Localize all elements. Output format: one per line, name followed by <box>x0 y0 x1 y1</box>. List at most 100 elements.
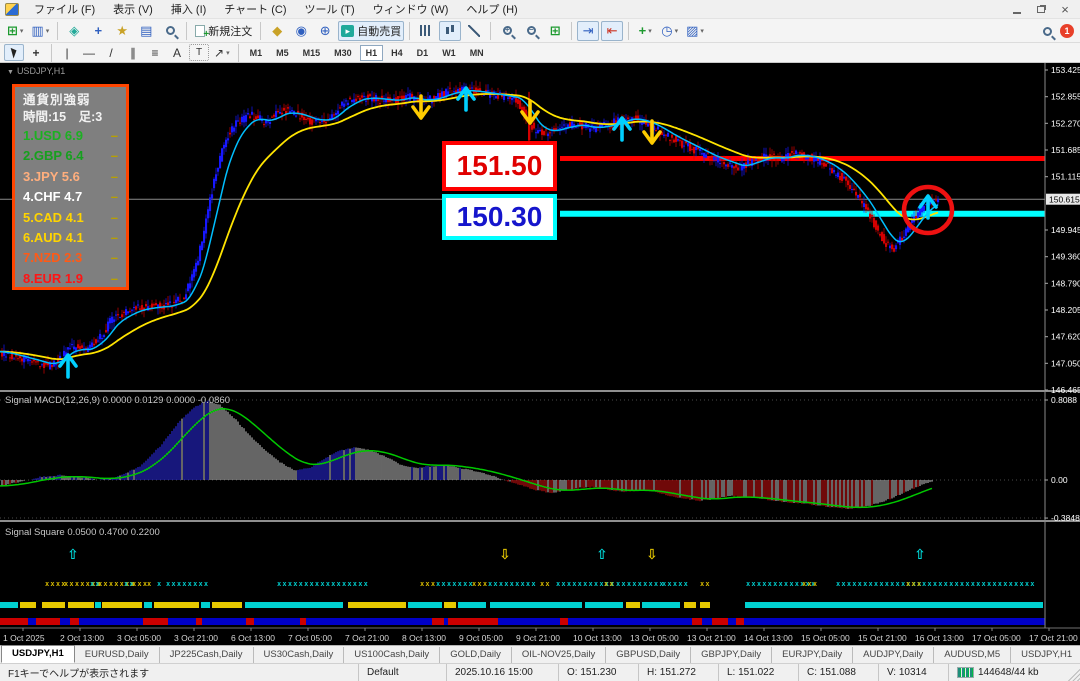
news-button[interactable]: ⊕ <box>314 21 336 41</box>
chart-area: ⇧ ⇩ ⇧ ⇩ ⇧ xxxx xxxxxxx xx xxxxxxx xx xxx x x xxxxxxxx… <box>0 63 1080 645</box>
cursor-tool[interactable] <box>4 44 24 61</box>
chart-shift-button[interactable]: ⇤ <box>601 20 624 41</box>
svg-text:xxxxxxxx: xxxxxxxx <box>166 580 209 588</box>
new-chart-button[interactable]: ⊞ ▾ <box>4 21 26 41</box>
indicators-button[interactable]: + ▾ <box>634 21 656 41</box>
bar-chart-mode-button[interactable] <box>415 21 437 41</box>
timeframe-d1[interactable]: D1 <box>411 45 435 61</box>
svg-text:148.205: 148.205 <box>1051 305 1080 315</box>
strength-row-1: 2.GBP 6.4– <box>23 146 120 166</box>
timeframe-h4[interactable]: H4 <box>385 45 409 61</box>
clear-button[interactable]: ◆ <box>266 21 288 41</box>
notification-badge[interactable]: 1 <box>1060 24 1074 38</box>
svg-text:150.615: 150.615 <box>1049 195 1080 205</box>
svg-text:⇩: ⇩ <box>646 547 658 563</box>
strength-subtitle: 時間:15 足:3 <box>23 110 103 124</box>
menu-item-0[interactable]: ファイル (F) <box>25 3 104 17</box>
svg-text:xxxxxxx: xxxxxxx <box>436 580 474 588</box>
terminal-button[interactable]: ▤ <box>135 21 157 41</box>
experts-button[interactable]: ◉ <box>290 21 312 41</box>
strength-row-4: 5.CAD 4.1– <box>23 208 120 228</box>
chart-tab-9[interactable]: EURJPY,Daily <box>772 647 854 663</box>
svg-text:151.685: 151.685 <box>1051 145 1080 155</box>
chart-tabs-bar: USDJPY,H1 EURUSD,Daily JP225Cash,Daily US30… <box>0 645 1080 663</box>
chart-tab-3[interactable]: US30Cash,Daily <box>254 647 345 663</box>
auto-trading-button[interactable]: ▸ 自動売買 <box>338 20 405 41</box>
horizontal-line-tool[interactable]: — <box>79 44 99 61</box>
vertical-line-tool[interactable]: | <box>57 44 77 61</box>
zoom-out-button[interactable]: − <box>520 21 542 41</box>
fibonacci-tool[interactable]: ≡ <box>145 44 165 61</box>
data-window-button[interactable]: + <box>87 21 109 41</box>
svg-text:xxxxx: xxxxx <box>662 580 689 588</box>
market-watch-button[interactable]: ◈ <box>63 21 85 41</box>
menu-item-3[interactable]: チャート (C) <box>215 3 295 17</box>
chart-tab-6[interactable]: OIL-NOV25,Daily <box>512 647 607 663</box>
chart-tab-4[interactable]: US100Cash,Daily <box>344 647 441 663</box>
chart-symbol-label[interactable]: ▼ USDJPY,H1 <box>7 66 65 76</box>
chart-tab-5[interactable]: GOLD,Daily <box>440 647 512 663</box>
support-price-label[interactable]: 150.30 <box>442 194 557 240</box>
profiles-button[interactable]: ▥ ▾ <box>28 21 52 41</box>
chart-tab-7[interactable]: GBPUSD,Daily <box>606 647 692 663</box>
svg-text:⇩: ⇩ <box>499 547 511 563</box>
timeframe-m1[interactable]: M1 <box>244 45 269 61</box>
search-icon[interactable] <box>1043 26 1052 36</box>
menu-item-6[interactable]: ヘルプ (H) <box>457 3 526 17</box>
svg-text:-0.3848: -0.3848 <box>1051 513 1080 523</box>
timeframe-m30[interactable]: M30 <box>328 45 358 61</box>
svg-text:xxx: xxx <box>906 580 922 588</box>
svg-text:14 Oct 13:00: 14 Oct 13:00 <box>744 633 793 643</box>
timeframe-h1[interactable]: H1 <box>359 44 384 61</box>
periods-button[interactable]: ◷ ▾ <box>658 21 681 41</box>
chart-tab-1[interactable]: EURUSD,Daily <box>75 647 160 663</box>
menu-item-5[interactable]: ウィンドウ (W) <box>364 3 458 17</box>
candlestick-mode-button[interactable] <box>439 20 462 41</box>
collapse-triangle-icon[interactable]: ▼ <box>7 69 14 76</box>
timeframe-mn[interactable]: MN <box>464 45 490 61</box>
auto-scroll-button[interactable]: ⇥ <box>577 20 600 41</box>
chart-tab-11[interactable]: AUDUSD,M5 <box>934 647 1012 663</box>
timeframe-w1[interactable]: W1 <box>436 45 462 61</box>
strategy-tester-button[interactable] <box>159 21 181 41</box>
timeframe-m5[interactable]: M5 <box>270 45 295 61</box>
menu-item-2[interactable]: 挿入 (I) <box>162 3 215 17</box>
svg-text:17 Oct 05:00: 17 Oct 05:00 <box>972 633 1021 643</box>
chart-tab-8[interactable]: GBPJPY,Daily <box>691 647 773 663</box>
new-order-button[interactable]: 新規注文 <box>192 21 255 41</box>
chart-tab-0[interactable]: USDJPY,H1 <box>1 645 75 663</box>
standard-toolbar: ⊞▾ ▥▾ ◈ + ★ ▤ 新規注文 ◆ ◉ ⊕ ▸自動売買 + − ⊞ ⇥ ⇤… <box>0 19 1080 43</box>
trendline-tool[interactable]: / <box>101 44 121 61</box>
svg-text:146.465: 146.465 <box>1051 385 1080 395</box>
strength-row-5: 6.AUD 4.1– <box>23 228 120 248</box>
resistance-price-label[interactable]: 151.50 <box>442 141 557 191</box>
crosshair-tool[interactable]: + <box>26 44 46 61</box>
app-icon <box>5 2 19 16</box>
minimize-icon[interactable] <box>1006 2 1028 17</box>
strength-dash: – <box>110 128 118 143</box>
zoom-in-button[interactable]: + <box>496 21 518 41</box>
restore-icon[interactable] <box>1030 2 1052 17</box>
label-tool[interactable]: T <box>189 44 209 61</box>
channel-tool[interactable]: ∥ <box>123 44 143 61</box>
tile-windows-button[interactable]: ⊞ <box>544 21 566 41</box>
timeframe-m15[interactable]: M15 <box>297 45 327 61</box>
time-axis[interactable]: 1 Oct 2025 2 Oct 13:00 3 Oct 05:00 3 Oct 21… <box>0 628 1080 645</box>
status-profile[interactable]: Default <box>358 664 446 681</box>
svg-text:x: x <box>147 580 152 588</box>
arrows-tool[interactable]: ↗ ▾ <box>211 44 233 61</box>
templates-button[interactable]: ▨ ▾ <box>683 21 707 41</box>
navigator-button[interactable]: ★ <box>111 21 133 41</box>
svg-text:152.270: 152.270 <box>1051 118 1080 128</box>
line-chart-mode-button[interactable] <box>463 21 485 41</box>
close-icon[interactable]: × <box>1054 2 1076 17</box>
menu-item-4[interactable]: ツール (T) <box>296 3 364 17</box>
chart-tab-2[interactable]: JP225Cash,Daily <box>160 647 254 663</box>
svg-text:148.790: 148.790 <box>1051 278 1080 288</box>
chart-tab-10[interactable]: AUDJPY,Daily <box>853 647 935 663</box>
status-bar: F1キーでヘルプが表示されます Default 2025.10.16 15:00… <box>0 663 1080 681</box>
menu-item-1[interactable]: 表示 (V) <box>104 3 162 17</box>
text-tool[interactable]: A <box>167 44 187 61</box>
chart-tab-12[interactable]: USDJPY,H1 <box>1011 647 1080 663</box>
resize-grip[interactable] <box>1066 664 1080 681</box>
